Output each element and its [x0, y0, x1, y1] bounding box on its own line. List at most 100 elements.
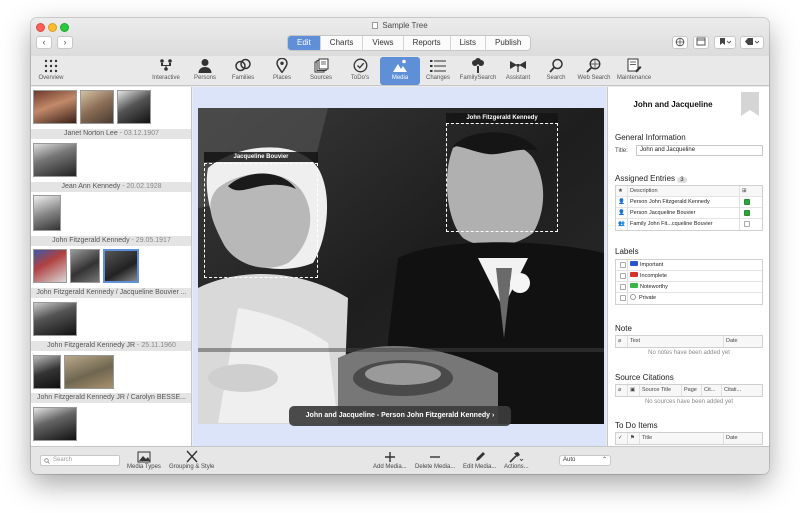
notes-table: ⌀ Text Date: [615, 335, 763, 348]
media-thumbnail[interactable]: [70, 249, 100, 283]
tag-dropdown-icon: [745, 38, 760, 45]
sources-table: ⌀ ▣ Source Title Page Cit... Citati...: [615, 384, 763, 397]
media-thumbnail[interactable]: [33, 143, 77, 177]
primary-checkbox[interactable]: [744, 210, 750, 216]
media-thumbnail[interactable]: [117, 90, 151, 124]
labels-table: Important Incomplete Noteworthy Private: [615, 259, 763, 305]
tab-edit[interactable]: Edit: [288, 36, 321, 50]
thumb-row-5: [33, 302, 77, 336]
media-thumbnail[interactable]: [33, 90, 77, 124]
paperclip-icon: ⌀: [616, 385, 628, 396]
bookmarks-button[interactable]: [714, 36, 736, 49]
delete-media-button[interactable]: Delete Media...: [415, 449, 455, 470]
label-checkbox[interactable]: [620, 273, 626, 279]
cloud-sync-button[interactable]: [672, 36, 688, 49]
assistant-bowtie-icon: [510, 60, 526, 72]
person-icon: 👤: [616, 208, 628, 218]
label-checkbox[interactable]: [620, 284, 626, 290]
assigned-row[interactable]: 👤 Person Jacqueline Bouvier: [616, 208, 762, 219]
sources-empty-text: No sources have been added yet: [644, 399, 734, 405]
toolbar-sources[interactable]: Sources: [301, 57, 341, 85]
toolbar-changes[interactable]: Changes: [418, 57, 458, 85]
plus-icon: [384, 451, 395, 462]
toolbar-assistant[interactable]: Assistant: [498, 57, 538, 85]
label-row[interactable]: Private: [616, 293, 762, 304]
map-pin-icon: [276, 58, 288, 73]
primary-checkbox[interactable]: [744, 199, 750, 205]
media-thumbnail-selected[interactable]: [103, 249, 139, 283]
grouping-style-button[interactable]: Grouping & Style: [169, 449, 214, 470]
section-general: General Information: [615, 133, 686, 142]
inspector-panel: John and Jacqueline General Information …: [607, 87, 769, 446]
label-row[interactable]: Incomplete: [616, 271, 762, 282]
chevron-updown-icon: ⌃: [601, 457, 607, 463]
label-checkbox[interactable]: [620, 262, 626, 268]
label-tag-icon: [630, 283, 638, 288]
image-icon: ▣: [628, 385, 640, 396]
media-thumbnail[interactable]: [33, 355, 61, 389]
toolbar-media[interactable]: Media: [380, 57, 420, 85]
tab-reports[interactable]: Reports: [404, 36, 451, 50]
label-row[interactable]: Important: [616, 260, 762, 271]
sidebar-toggle-button[interactable]: [693, 36, 709, 49]
search-input[interactable]: Search: [40, 455, 120, 466]
media-caption-button[interactable]: John and Jacqueline - Person John Fitzge…: [289, 406, 511, 426]
add-media-button[interactable]: Add Media...: [373, 449, 407, 470]
actions-button[interactable]: Actions...: [504, 449, 529, 470]
bookmark-dropdown-icon: [720, 38, 732, 45]
minus-icon: [430, 455, 441, 458]
bookmark-icon[interactable]: [741, 92, 759, 116]
media-thumbnail[interactable]: [33, 302, 77, 336]
forward-button[interactable]: ›: [57, 36, 73, 49]
search-magnifier-icon: [548, 58, 563, 73]
assigned-row[interactable]: 👤 Person John Fitzgerald Kennedy: [616, 197, 762, 208]
zoom-select[interactable]: Auto ⌃: [559, 455, 611, 466]
changes-list-icon: [430, 59, 446, 72]
primary-checkbox[interactable]: [744, 221, 750, 227]
app-window: Sample Tree ‹ › Edit Charts Views Report…: [31, 18, 769, 474]
back-button[interactable]: ‹: [36, 36, 52, 49]
toolbar-familysearch[interactable]: FamilySearch: [458, 57, 498, 85]
main-mode-tabs: Edit Charts Views Reports Lists Publish: [287, 35, 532, 51]
tab-views[interactable]: Views: [363, 36, 404, 50]
face-tag-john[interactable]: [446, 123, 558, 232]
tags-button[interactable]: [740, 36, 764, 49]
families-rings-icon: [235, 58, 251, 72]
media-types-button[interactable]: Media Types: [127, 449, 161, 470]
assigned-row[interactable]: 👥 Family John Fit...cqueline Bouvier: [616, 219, 762, 230]
group-header: John Fitzgerald Kennedy - 29.05.1917: [31, 236, 191, 246]
group-header: Jean Ann Kennedy - 20.02.1928: [31, 182, 191, 192]
toolbar-todos[interactable]: ToDo's: [340, 57, 380, 85]
globe-icon: [675, 37, 685, 47]
toolbar-web-search[interactable]: Web Search: [574, 57, 614, 85]
tab-publish[interactable]: Publish: [486, 36, 530, 50]
thumb-row-3: [33, 195, 61, 231]
media-photo[interactable]: Jacqueline Bouvier John Fitzgerald Kenne…: [198, 108, 604, 424]
label-tag-icon: [630, 272, 638, 277]
section-sources: Source Citations: [615, 373, 674, 382]
tab-charts[interactable]: Charts: [321, 36, 364, 50]
toolbar-places[interactable]: Places: [262, 57, 302, 85]
edit-media-button[interactable]: Edit Media...: [463, 449, 496, 470]
label-row[interactable]: Noteworthy: [616, 282, 762, 293]
toolbar-persons[interactable]: Persons: [185, 57, 225, 85]
face-tag-jacqueline[interactable]: [204, 163, 318, 278]
toolbar-families[interactable]: Families: [223, 57, 263, 85]
toolbar-overview[interactable]: Overview: [31, 57, 71, 85]
toolbar-search[interactable]: Search: [536, 57, 576, 85]
toolbar-maintenance[interactable]: Maintenance: [614, 57, 654, 85]
media-thumbnail[interactable]: [80, 90, 114, 124]
family-icon: 👥: [616, 219, 628, 230]
media-thumbnail[interactable]: [33, 407, 77, 441]
media-thumbnail[interactable]: [64, 355, 114, 389]
tab-lists[interactable]: Lists: [451, 36, 487, 50]
flag-icon: ⚑: [628, 433, 640, 444]
title-field[interactable]: John and Jacqueline: [636, 145, 763, 156]
thumb-row-6: [33, 355, 114, 389]
media-thumbnail[interactable]: [33, 249, 67, 283]
toolbar-interactive[interactable]: Interactive: [146, 57, 186, 85]
label-checkbox[interactable]: [620, 295, 626, 301]
check-icon: ✓: [616, 433, 628, 444]
media-thumbnail[interactable]: [33, 195, 61, 231]
grouping-tools-icon: [186, 450, 198, 463]
